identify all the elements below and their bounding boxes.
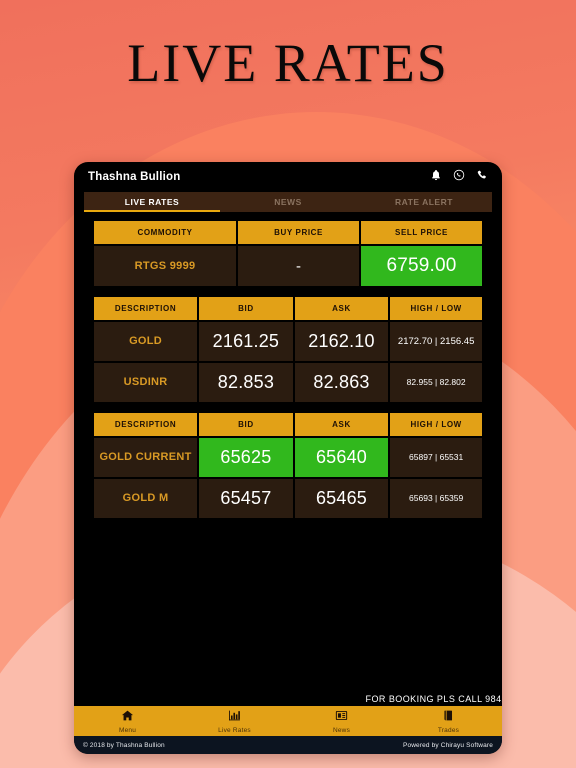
device-frame: Thashna Bullion LIVE RATES NEWS RATE ALE… (74, 162, 502, 754)
tab-news-label: NEWS (274, 197, 302, 207)
app-title: Thashna Bullion (88, 171, 181, 183)
cell-ask: 65465 (294, 479, 389, 518)
cell-high-low: 2172.70 | 2156.45 (390, 322, 482, 361)
home-icon (121, 709, 134, 726)
nav-item-news-label: News (332, 726, 351, 734)
cell-bid: 65625 (199, 438, 293, 477)
table-header-row: COMMODITY BUY PRICE SELL PRICE (94, 221, 482, 244)
column-header-description: DESCRIPTION (94, 297, 198, 320)
phone-icon[interactable] (476, 169, 488, 185)
whatsapp-icon[interactable] (453, 169, 465, 185)
tab-news[interactable]: NEWS (220, 192, 356, 212)
table-row[interactable]: RTGS 9999 - 6759.00 (94, 246, 482, 286)
table-row[interactable]: GOLD M 65457 65465 65693 | 65359 (94, 479, 482, 518)
tab-live-rates[interactable]: LIVE RATES (84, 192, 220, 212)
column-header-description: DESCRIPTION (94, 413, 198, 436)
table-header-row: DESCRIPTION BID ASK HIGH / LOW (94, 413, 482, 436)
cell-sell-price: 6759.00 (361, 246, 482, 286)
content-empty-area: FOR BOOKING PLS CALL 9842 (74, 520, 502, 706)
cell-bid: 2161.25 (199, 322, 293, 361)
cell-high-low: 65693 | 65359 (390, 479, 482, 518)
nav-item-live-rates-label: Live Rates (218, 726, 251, 734)
nav-item-trades[interactable]: Trades (395, 706, 502, 736)
column-header-buy-price: BUY PRICE (238, 221, 360, 244)
column-header-commodity: COMMODITY (94, 221, 237, 244)
column-header-bid: BID (199, 413, 293, 436)
book-icon (442, 709, 455, 726)
footer-copyright: © 2018 by Thashna Bullion (83, 741, 165, 749)
column-header-high-low: HIGH / LOW (390, 413, 482, 436)
cell-description: GOLD M (94, 479, 198, 518)
cell-description: GOLD (94, 322, 198, 361)
app-header: Thashna Bullion (74, 162, 502, 192)
cell-buy-price: - (238, 246, 360, 286)
page-title: LIVE RATES (127, 33, 449, 93)
table-row[interactable]: GOLD 2161.25 2162.10 2172.70 | 2156.45 (94, 322, 482, 361)
bell-icon[interactable] (430, 169, 442, 185)
table-header-row: DESCRIPTION BID ASK HIGH / LOW (94, 297, 482, 320)
nav-item-menu-label: Menu (118, 726, 137, 734)
tab-rate-alert-label: RATE ALERT (395, 197, 453, 207)
footer-powered-by: Powered by Chirayu Software (402, 741, 493, 749)
nav-item-trades-label: Trades (437, 726, 460, 734)
screen: LIVE RATES Thashna Bullion LIVE RATES NE… (0, 0, 576, 768)
bar-chart-icon (228, 709, 241, 726)
cell-bid: 65457 (199, 479, 293, 518)
column-header-high-low: HIGH / LOW (390, 297, 482, 320)
bottom-navigation: Menu Live Rates News Trades (74, 706, 502, 736)
newspaper-icon (335, 709, 348, 726)
tab-live-rates-label: LIVE RATES (124, 197, 180, 207)
column-header-bid: BID (199, 297, 293, 320)
column-header-ask: ASK (294, 297, 389, 320)
spot-rates-table: DESCRIPTION BID ASK HIGH / LOW GOLD 2161… (92, 295, 484, 404)
rates-tables: COMMODITY BUY PRICE SELL PRICE RTGS 9999… (74, 212, 502, 520)
cell-high-low: 82.955 | 82.802 (390, 363, 482, 402)
cell-ask: 2162.10 (294, 322, 389, 361)
cell-bid: 82.853 (199, 363, 293, 402)
cell-description: GOLD CURRENT (94, 438, 198, 477)
cell-ask: 82.863 (294, 363, 389, 402)
tab-bar: LIVE RATES NEWS RATE ALERT (84, 192, 492, 212)
column-header-sell-price: SELL PRICE (361, 221, 482, 244)
column-header-ask: ASK (294, 413, 389, 436)
commodity-table: COMMODITY BUY PRICE SELL PRICE RTGS 9999… (92, 219, 484, 288)
app-footer: © 2018 by Thashna Bullion Powered by Chi… (74, 736, 502, 754)
table-row[interactable]: GOLD CURRENT 65625 65640 65897 | 65531 (94, 438, 482, 477)
nav-item-menu[interactable]: Menu (74, 706, 181, 736)
cell-high-low: 65897 | 65531 (390, 438, 482, 477)
nav-item-live-rates[interactable]: Live Rates (181, 706, 288, 736)
futures-rates-table: DESCRIPTION BID ASK HIGH / LOW GOLD CURR… (92, 411, 484, 520)
table-row[interactable]: USDINR 82.853 82.863 82.955 | 82.802 (94, 363, 482, 402)
cell-commodity-name: RTGS 9999 (94, 246, 237, 286)
tab-rate-alert[interactable]: RATE ALERT (356, 192, 492, 212)
header-icon-group (430, 169, 488, 185)
booking-ticker: FOR BOOKING PLS CALL 9842 (365, 694, 502, 704)
nav-item-news[interactable]: News (288, 706, 395, 736)
cell-ask: 65640 (294, 438, 389, 477)
cell-description: USDINR (94, 363, 198, 402)
